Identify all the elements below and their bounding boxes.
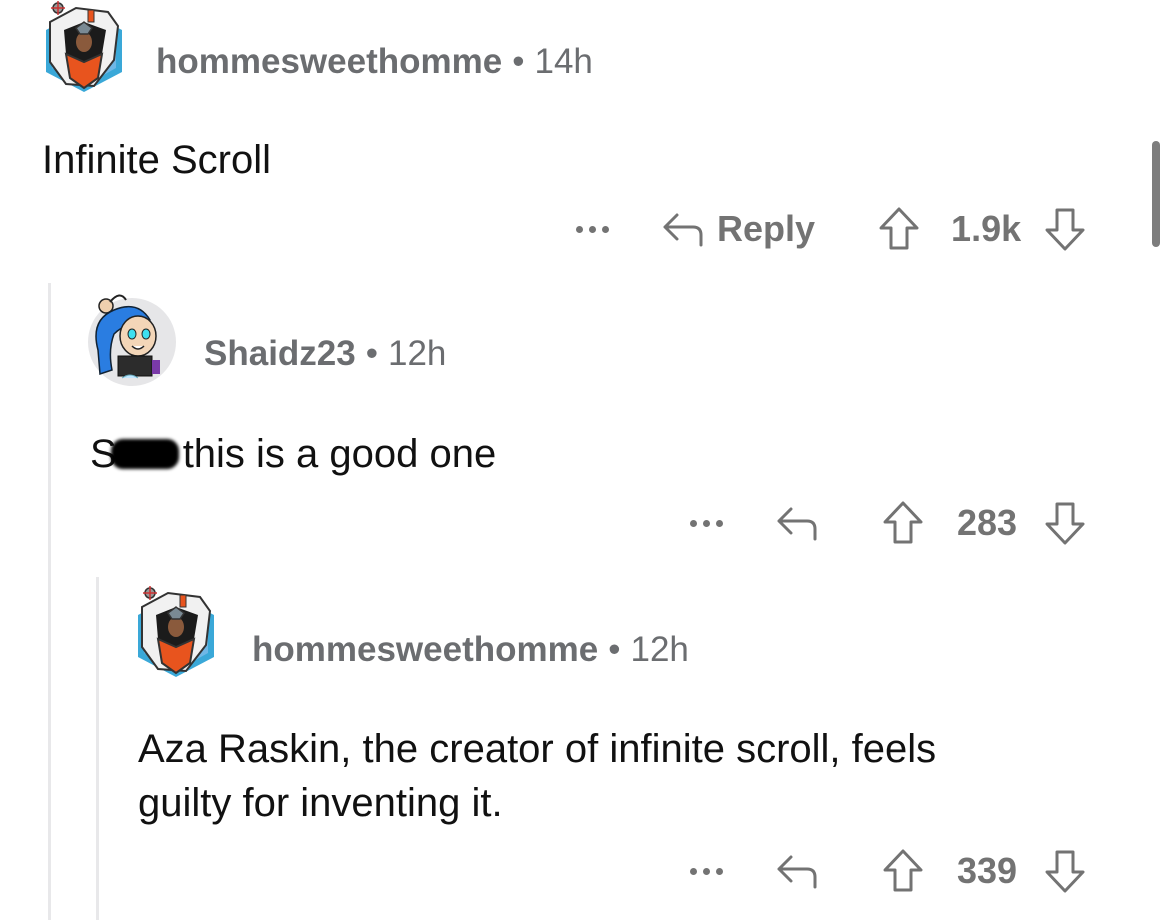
blue-hair-girl-avatar-icon[interactable] bbox=[84, 290, 180, 386]
more-dot-icon bbox=[716, 867, 723, 875]
scrollbar-thumb[interactable] bbox=[1152, 141, 1160, 247]
more-options-button[interactable] bbox=[690, 519, 723, 527]
downvote-button[interactable] bbox=[1043, 848, 1087, 894]
body-text: this is a good one bbox=[182, 432, 497, 476]
vote-count: 1.9k bbox=[951, 208, 1022, 249]
comment-actions: 283 bbox=[690, 500, 1087, 546]
vote-count: 339 bbox=[957, 850, 1018, 891]
reply-label: Reply bbox=[717, 208, 816, 249]
more-dot-icon bbox=[602, 225, 609, 233]
separator-dot: • bbox=[512, 42, 525, 81]
more-dot-icon bbox=[716, 519, 723, 527]
comment-age: 14h bbox=[534, 42, 593, 81]
reply-arrow-icon bbox=[777, 507, 817, 541]
comment-body: Sthis is a good one bbox=[90, 427, 496, 481]
comment-body: Infinite Scroll bbox=[42, 138, 271, 182]
comment-meta: Shaidz23 • 12h bbox=[204, 334, 446, 374]
upvote-arrow-icon bbox=[883, 849, 923, 892]
upvote-arrow-icon bbox=[879, 207, 919, 250]
body-line-2: guilty for inventing it. bbox=[138, 781, 503, 825]
reply-button[interactable]: Reply bbox=[661, 208, 815, 250]
upvote-arrow-icon bbox=[883, 501, 923, 544]
username[interactable]: hommesweethomme bbox=[252, 630, 598, 669]
downvote-arrow-icon bbox=[1045, 208, 1085, 251]
username[interactable]: Shaidz23 bbox=[204, 334, 356, 373]
comment-body: Aza Raskin, the creator of infinite scro… bbox=[138, 722, 936, 830]
comment-meta: hommesweethomme • 14h bbox=[156, 42, 593, 82]
more-dot-icon bbox=[703, 519, 710, 527]
more-options-button[interactable] bbox=[690, 867, 723, 875]
separator-dot: • bbox=[365, 334, 378, 373]
more-dot-icon bbox=[703, 867, 710, 875]
robot-avatar-icon[interactable] bbox=[128, 585, 224, 681]
downvote-arrow-icon bbox=[1045, 850, 1085, 893]
more-dot-icon bbox=[690, 867, 697, 875]
downvote-button[interactable] bbox=[1043, 206, 1087, 252]
username[interactable]: hommesweethomme bbox=[156, 42, 502, 81]
more-dot-icon bbox=[589, 225, 596, 233]
comment-age: 12h bbox=[388, 334, 447, 373]
more-dot-icon bbox=[576, 225, 583, 233]
downvote-button[interactable] bbox=[1043, 500, 1087, 546]
vote-count: 283 bbox=[957, 502, 1018, 543]
upvote-button[interactable] bbox=[881, 500, 925, 546]
more-options-button[interactable] bbox=[576, 225, 609, 233]
separator-dot: • bbox=[608, 630, 621, 669]
reply-button[interactable] bbox=[775, 851, 821, 891]
robot-avatar-icon[interactable] bbox=[36, 0, 132, 96]
comment-actions: 339 bbox=[690, 848, 1087, 894]
redaction-mark bbox=[110, 439, 179, 469]
comment-actions: Reply 1.9k bbox=[576, 206, 1087, 252]
upvote-button[interactable] bbox=[881, 848, 925, 894]
reply-button[interactable] bbox=[775, 503, 821, 543]
reply-arrow-icon bbox=[663, 213, 703, 247]
body-line-1: Aza Raskin, the creator of infinite scro… bbox=[138, 727, 937, 771]
thread-line-level-2[interactable] bbox=[96, 577, 99, 920]
reply-arrow-icon bbox=[777, 855, 817, 889]
downvote-arrow-icon bbox=[1045, 502, 1085, 545]
comment-age: 12h bbox=[630, 630, 689, 669]
thread-line-level-1[interactable] bbox=[48, 283, 51, 920]
comment-meta: hommesweethomme • 12h bbox=[252, 630, 689, 670]
upvote-button[interactable] bbox=[877, 206, 921, 252]
more-dot-icon bbox=[690, 519, 697, 527]
